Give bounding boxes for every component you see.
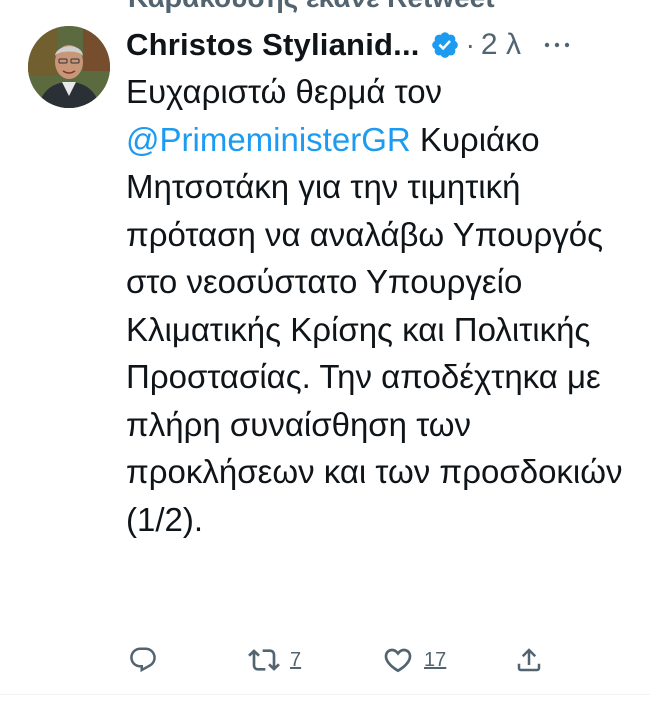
more-options-icon[interactable] xyxy=(543,35,571,55)
share-icon xyxy=(514,645,544,675)
like-icon xyxy=(382,644,414,676)
reply-icon xyxy=(128,645,158,675)
like-button[interactable]: 17 xyxy=(382,640,446,680)
divider xyxy=(0,694,650,695)
retweet-count[interactable]: 7 xyxy=(290,649,301,672)
tweet-text-part: Κυριάκο Μητσοτάκη για την τιμητική πρότα… xyxy=(126,120,623,538)
retweet-icon xyxy=(248,644,280,676)
retweet-context[interactable]: Καρακούσης έκανε Retweet xyxy=(128,0,495,14)
verified-badge-icon xyxy=(430,30,460,60)
tweet-text: Ευχαριστώ θερμά τον @PrimeministerGR Κυρ… xyxy=(126,68,626,543)
reply-button[interactable] xyxy=(128,640,158,680)
mention-link[interactable]: @PrimeministerGR xyxy=(126,121,411,158)
tweet-time[interactable]: 2 λ xyxy=(481,28,521,62)
action-bar: 7 17 xyxy=(126,640,546,680)
share-button[interactable] xyxy=(514,640,544,680)
tweet-header: Christos Stylianid... · 2 λ xyxy=(126,22,630,68)
avatar[interactable] xyxy=(28,26,110,108)
separator: · xyxy=(465,29,475,60)
author-name[interactable]: Christos Stylianid... xyxy=(126,27,420,63)
retweet-button[interactable]: 7 xyxy=(248,640,301,680)
like-count[interactable]: 17 xyxy=(424,649,446,672)
tweet-text-part: Ευχαριστώ θερμά τον xyxy=(126,73,443,110)
